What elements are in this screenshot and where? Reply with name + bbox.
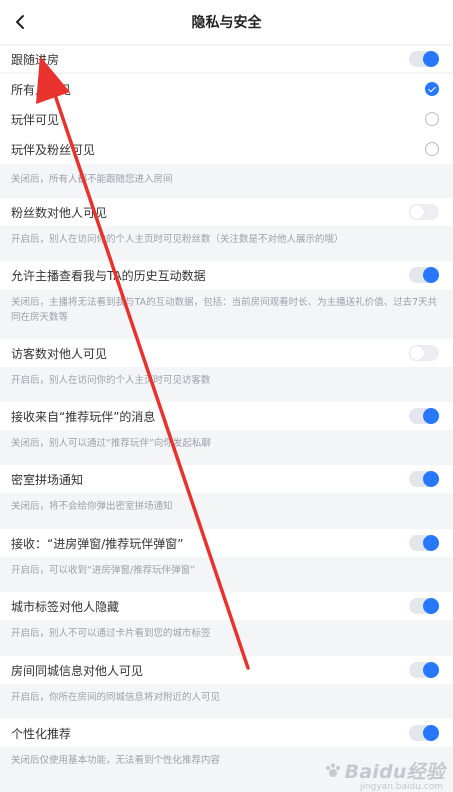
setting-label: 密室拼场通知 [11,472,84,487]
setting-label: 城市标签对他人隐藏 [11,599,120,614]
setting-note: 开启后，你所在房间的同城信息将对附近的人可见 [11,691,221,703]
setting-row-city-tag: 城市标签对他人隐藏 [0,592,453,620]
setting-toggle-popups[interactable] [409,535,439,551]
setting-toggle-fans-count[interactable] [409,204,439,220]
nav-bar: 隐私与安全 [0,0,453,44]
setting-note: 开启后，别人在访问你的个人主页时可见访客数 [11,374,211,386]
setting-label: 粉丝数对他人可见 [11,205,108,220]
setting-note: 关闭后，别人可以通过“推荐玩伴”向你发起私聊 [11,437,211,449]
watermark-brand: Baidu经验 [344,761,445,783]
follow-room-label: 跟随进房 [11,52,60,67]
setting-row-recommend-messages: 接收来自“推荐玩伴”的消息 [0,402,453,430]
chevron-left-icon [16,15,24,29]
setting-label: 允许主播查看我与TA的历史互动数据 [11,268,206,283]
follow-room-row: 跟随进房 [0,46,453,72]
page-title: 隐私与安全 [191,15,262,31]
setting-toggle-visitor-count[interactable] [409,345,439,361]
setting-toggle-interaction-data[interactable] [409,267,439,283]
setting-toggle-recommend-messages[interactable] [409,408,439,424]
follow-room-toggle[interactable] [409,51,439,67]
option-radio-all[interactable] [425,82,439,96]
follow-option-all[interactable]: 所有人可见 [0,74,453,104]
setting-note: 开启后，别人在访问你的个人主页时可见粉丝数（关注数是不对他人展示的哦） [11,233,344,245]
option-radio-playmates-fans[interactable] [425,142,439,156]
option-label: 所有人可见 [11,82,72,97]
setting-toggle-city-tag[interactable] [409,598,439,614]
option-label: 玩伴及粉丝可见 [11,142,96,157]
setting-row-same-city: 房间同城信息对他人可见 [0,656,453,684]
setting-row-personalized: 个性化推荐 [0,719,453,747]
setting-label: 接收来自“推荐玩伴”的消息 [11,409,156,424]
back-button[interactable] [6,8,34,36]
setting-label: 个性化推荐 [11,726,72,741]
option-label: 玩伴可见 [11,112,60,127]
setting-toggle-same-city[interactable] [409,662,439,678]
setting-row-fans-count: 粉丝数对他人可见 [0,198,453,226]
setting-note: 关闭后，将不会给你弹出密室拼场通知 [11,500,173,512]
baidu-watermark: Baidu经验 jingyan.baidu.com [324,757,445,792]
setting-toggle-escape-room[interactable] [409,471,439,487]
setting-row-escape-room: 密室拼场通知 [0,465,453,493]
setting-toggle-personalized[interactable] [409,725,439,741]
follow-note: 关闭后，所有人都不能跟随您进入房间 [11,173,173,185]
setting-note: 开启后，别人不可以通过卡片看到您的城市标签 [11,627,211,639]
paw-icon [325,763,340,777]
follow-option-playmates-fans[interactable]: 玩伴及粉丝可见 [0,134,453,164]
setting-row-interaction-data: 允许主播查看我与TA的历史互动数据 [0,261,453,289]
setting-label: 房间同城信息对他人可见 [11,663,144,678]
setting-note: 开启后，可以收到“进房弹窗/推荐玩伴弹窗” [11,564,196,576]
setting-note: 关闭后，主播将无法看到我与TA的互动数据，包括：当前房间观看时长、为主播送礼价值… [11,297,438,323]
option-radio-playmates[interactable] [425,112,439,126]
watermark-url: jingyan.baidu.com [359,782,443,792]
setting-row-popups: 接收：“进房弹窗/推荐玩伴弹窗” [0,529,453,557]
setting-label: 访客数对他人可见 [11,346,108,361]
setting-row-visitor-count: 访客数对他人可见 [0,339,453,367]
follow-option-playmates[interactable]: 玩伴可见 [0,104,453,134]
setting-label: 接收：“进房弹窗/推荐玩伴弹窗” [11,536,184,551]
